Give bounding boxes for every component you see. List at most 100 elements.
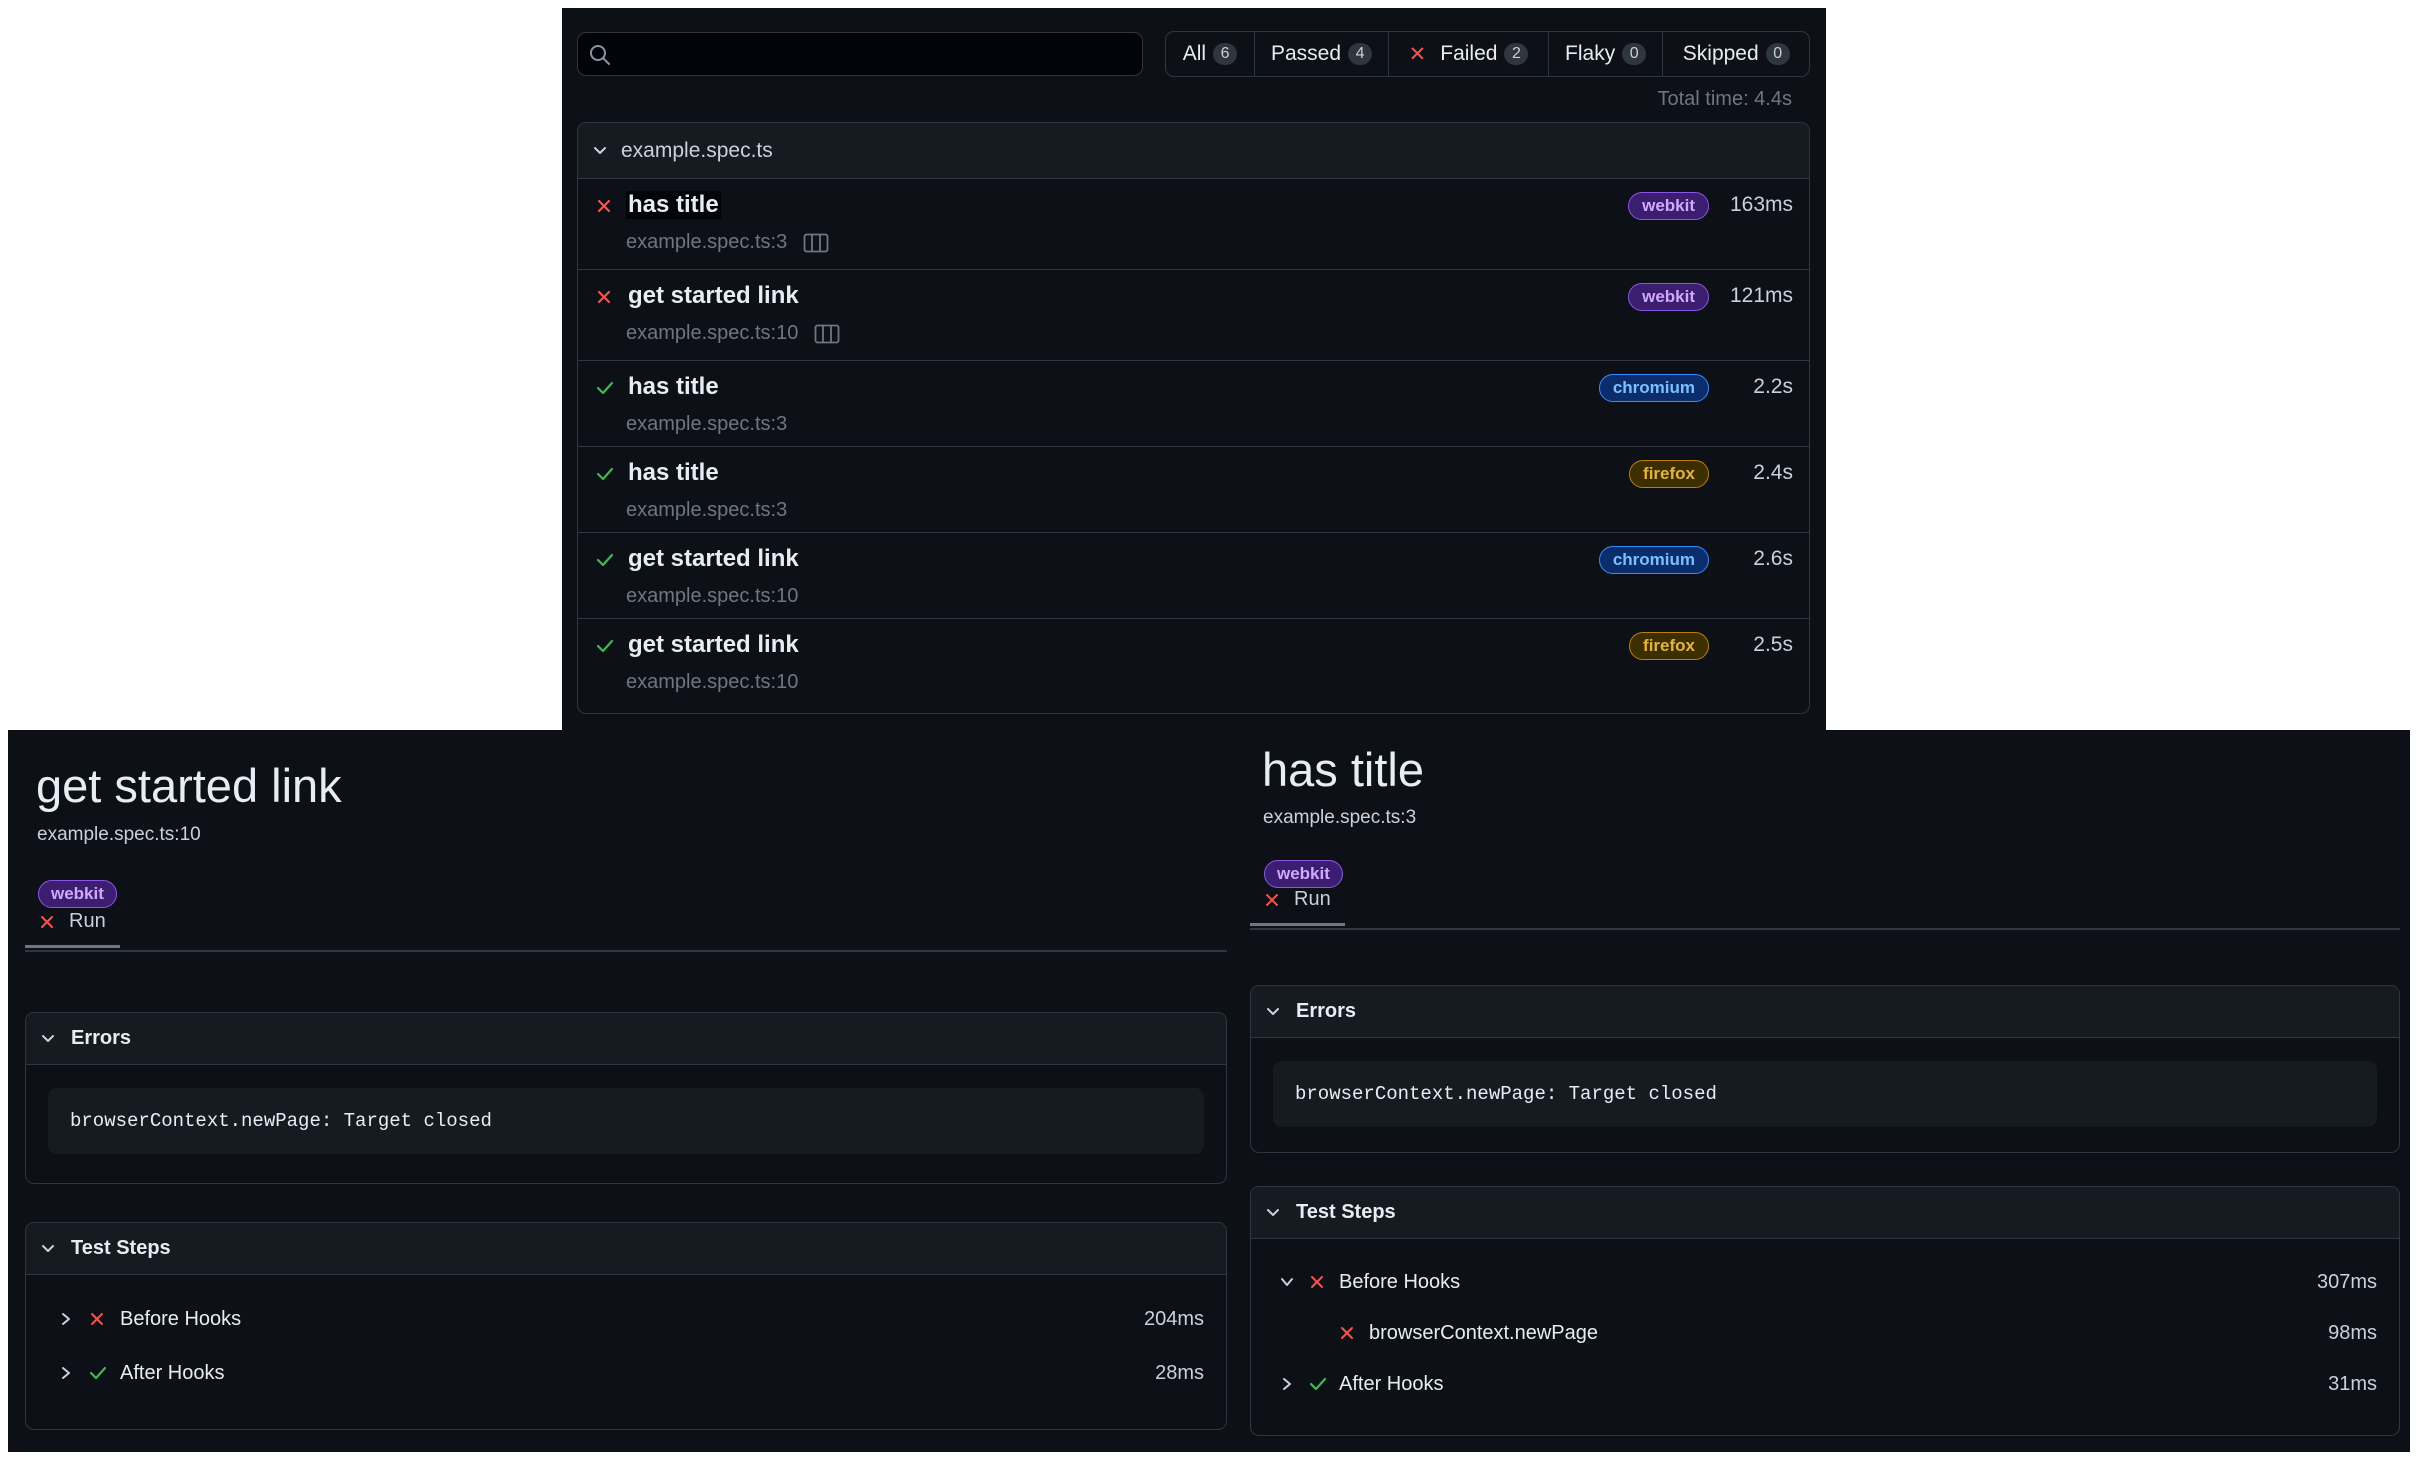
run-tab[interactable]: Run: [25, 898, 120, 948]
browser-tag[interactable]: webkit: [1628, 283, 1709, 311]
step-after-hooks[interactable]: After Hooks 28ms: [26, 1353, 1226, 1393]
test-steps-header[interactable]: Test Steps: [1251, 1187, 2399, 1239]
chevron-down-icon: [42, 1034, 54, 1042]
error-message: browserContext.newPage: Target closed: [1273, 1061, 2377, 1127]
failed-x-icon: [1266, 893, 1278, 906]
test-location: example.spec.ts:3: [626, 499, 787, 522]
failed-x-icon: [41, 915, 53, 928]
filter-skipped[interactable]: Skipped 0: [1663, 32, 1809, 76]
test-location: example.spec.ts:3: [1263, 807, 1417, 828]
test-title[interactable]: has title: [626, 459, 721, 487]
test-duration: 2.5s: [1753, 633, 1793, 656]
run-tab-label: Run: [69, 910, 106, 932]
browser-tag[interactable]: firefox: [1629, 632, 1709, 660]
browser-tag[interactable]: webkit: [1628, 192, 1709, 220]
filter-flaky-label: Flaky: [1565, 42, 1616, 65]
test-location-text: example.spec.ts:10: [626, 322, 799, 344]
filter-passed-count: 4: [1348, 43, 1373, 65]
test-row[interactable]: get started link example.spec.ts:10 chromi…: [578, 533, 1809, 619]
test-location-text: example.spec.ts:10: [626, 585, 799, 607]
step-label: Before Hooks: [1339, 1270, 1461, 1293]
test-title[interactable]: has title: [626, 373, 721, 401]
status-filters: All 6 Passed 4 ✕ Failed 2 Flaky 0 Skippe…: [1165, 31, 1810, 77]
test-row[interactable]: has title example.spec.ts:3 webkit 163ms: [578, 179, 1809, 270]
file-group: example.spec.ts has title example.spec.ts…: [577, 122, 1810, 714]
test-row[interactable]: has title example.spec.ts:3 firefox 2.4s: [578, 447, 1809, 533]
file-name: example.spec.ts: [621, 138, 773, 162]
tab-divider: [1250, 928, 2400, 930]
test-row[interactable]: get started link example.spec.ts:10 firefo…: [578, 619, 1809, 705]
filter-flaky[interactable]: Flaky 0: [1549, 32, 1664, 76]
test-steps-header[interactable]: Test Steps: [26, 1223, 1226, 1275]
test-title[interactable]: get started link: [626, 545, 801, 573]
test-location: example.spec.ts:10: [626, 585, 798, 608]
chevron-right-icon: [1283, 1378, 1291, 1390]
test-title[interactable]: get started link: [626, 631, 801, 659]
test-duration: 121ms: [1729, 284, 1793, 307]
chevron-down-icon: [1281, 1278, 1293, 1286]
passed-check-icon: [596, 467, 614, 481]
run-tab[interactable]: Run: [1250, 876, 1345, 926]
browser-tag[interactable]: chromium: [1598, 546, 1709, 574]
test-title: get started link: [36, 759, 342, 812]
test-location-text: example.spec.ts:3: [626, 413, 788, 435]
test-location: example.spec.ts:3: [626, 231, 829, 254]
test-row[interactable]: get started link example.spec.ts:10 webkit…: [578, 270, 1809, 361]
chevron-right-icon: [62, 1367, 70, 1379]
test-location: example.spec.ts:3: [626, 413, 787, 436]
test-location-text: example.spec.ts:3: [626, 231, 788, 253]
test-duration: 2.6s: [1753, 547, 1793, 570]
errors-card: Errors browserContext.newPage: Target cl…: [1250, 985, 2400, 1153]
test-duration: 2.4s: [1753, 461, 1793, 484]
test-title[interactable]: has title: [626, 191, 721, 219]
chevron-down-icon: [42, 1244, 54, 1252]
search-box[interactable]: [577, 32, 1143, 76]
step-before-hooks[interactable]: Before Hooks 204ms: [26, 1299, 1226, 1339]
errors-header[interactable]: Errors: [1251, 986, 2399, 1038]
test-detail-right: has title example.spec.ts:3 webkit Run E…: [1236, 730, 2410, 1452]
errors-card: Errors browserContext.newPage: Target cl…: [25, 1012, 1227, 1184]
step-duration: 204ms: [1143, 1307, 1204, 1330]
filter-all[interactable]: All 6: [1166, 32, 1255, 76]
chevron-down-icon: [1267, 1208, 1279, 1216]
file-group-header[interactable]: example.spec.ts: [578, 123, 1809, 179]
search-icon: [590, 45, 610, 65]
filter-skipped-label: Skipped: [1682, 42, 1759, 65]
test-location-text: example.spec.ts:3: [626, 499, 788, 521]
passed-check-icon: [596, 553, 614, 567]
errors-header[interactable]: Errors: [26, 1013, 1226, 1065]
filter-failed[interactable]: ✕ Failed 2: [1389, 32, 1549, 76]
filter-passed[interactable]: Passed 4: [1255, 32, 1390, 76]
filter-flaky-count: 0: [1622, 43, 1647, 65]
trace-icon[interactable]: [814, 324, 840, 344]
test-steps-title: Test Steps: [71, 1237, 171, 1259]
filter-failed-count: 2: [1504, 43, 1529, 65]
trace-icon[interactable]: [803, 233, 829, 253]
failed-x-icon: [1311, 1276, 1323, 1288]
browser-tag[interactable]: firefox: [1629, 460, 1709, 488]
step-label: After Hooks: [120, 1361, 225, 1384]
test-row[interactable]: has title example.spec.ts:3 chromium 2.2s: [578, 361, 1809, 447]
test-location-text: example.spec.ts:10: [626, 671, 799, 693]
test-title[interactable]: get started link: [626, 282, 801, 310]
step-duration: 98ms: [2328, 1321, 2377, 1344]
step-label: After Hooks: [1339, 1372, 1444, 1395]
failed-x-icon: [597, 199, 611, 213]
step-label: browserContext.newPage: [1369, 1321, 1599, 1344]
test-steps-card: Test Steps Before Hooks 307ms browserCon…: [1250, 1186, 2400, 1436]
tab-divider: [25, 950, 1227, 952]
chevron-down-icon: [1267, 1007, 1279, 1015]
step-browsercontext-newpage[interactable]: browserContext.newPage 98ms: [1251, 1313, 2399, 1353]
browser-tag[interactable]: chromium: [1598, 374, 1709, 402]
step-before-hooks[interactable]: Before Hooks 307ms: [1251, 1262, 2399, 1302]
error-message: browserContext.newPage: Target closed: [48, 1088, 1204, 1154]
failed-x-icon: [91, 1313, 103, 1325]
search-input[interactable]: [622, 39, 1132, 69]
passed-check-icon: [1309, 1377, 1327, 1391]
failed-x-icon: [597, 290, 611, 304]
errors-title: Errors: [1296, 1000, 1357, 1022]
chevron-down-icon: [594, 146, 606, 154]
step-after-hooks[interactable]: After Hooks 31ms: [1251, 1364, 2399, 1404]
errors-title: Errors: [71, 1027, 132, 1049]
test-steps-card: Test Steps Before Hooks 204ms After Hook…: [25, 1222, 1227, 1430]
